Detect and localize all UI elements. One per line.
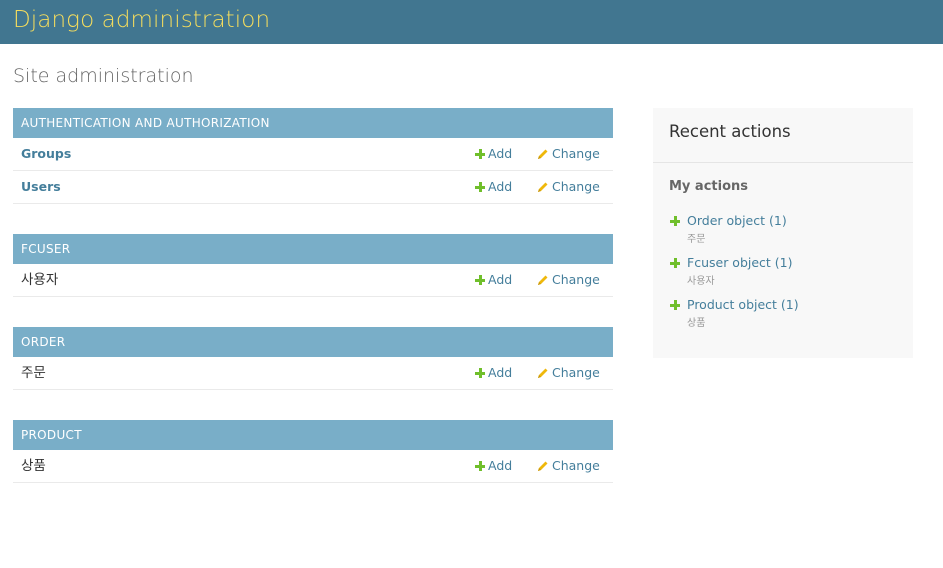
table-row: 상품 Add Change [13, 450, 613, 483]
table-row: Users Add Change [13, 171, 613, 204]
add-label: Add [488, 458, 513, 473]
plus-icon [475, 275, 485, 285]
table-row: 사용자 Add Change [13, 264, 613, 297]
pencil-icon [538, 368, 548, 378]
add-link[interactable]: Add [475, 171, 512, 203]
pencil-icon [538, 149, 548, 159]
content-main: AUTHENTICATION AND AUTHORIZATION Groups … [13, 108, 613, 513]
add-label: Add [488, 146, 513, 161]
site-branding-title[interactable]: Django administration [13, 6, 270, 34]
add-label: Add [488, 179, 513, 194]
plus-icon [670, 258, 680, 268]
recent-action-link[interactable]: Order object (1) [687, 213, 787, 228]
model-link-product[interactable]: 상품 [21, 450, 46, 482]
module-order: ORDER 주문 Add Change [13, 327, 613, 390]
add-link[interactable]: Add [475, 264, 512, 296]
recent-action-type: 주문 [687, 234, 706, 245]
change-label: Change [552, 365, 600, 380]
change-link[interactable]: Change [537, 357, 600, 389]
module-product: PRODUCT 상품 Add Change [13, 420, 613, 483]
recent-actions-panel: Recent actions My actions Order object (… [653, 108, 913, 358]
model-link-order[interactable]: 주문 [21, 357, 46, 389]
recent-action-link[interactable]: Fcuser object (1) [687, 255, 793, 270]
module-caption[interactable]: PRODUCT [13, 420, 613, 450]
change-link[interactable]: Change [537, 171, 600, 203]
add-link[interactable]: Add [475, 450, 512, 482]
page-title: Site administration [13, 65, 194, 87]
plus-icon [670, 300, 680, 310]
module-auth: AUTHENTICATION AND AUTHORIZATION Groups … [13, 108, 613, 204]
header: Django administration [0, 0, 943, 44]
my-actions-heading: My actions [669, 179, 749, 194]
change-label: Change [552, 458, 600, 473]
change-label: Change [552, 272, 600, 287]
plus-icon [475, 461, 485, 471]
table-row: 주문 Add Change [13, 357, 613, 390]
divider [653, 162, 913, 163]
model-link-fcuser[interactable]: 사용자 [21, 264, 58, 296]
change-link[interactable]: Change [537, 450, 600, 482]
recent-actions-title: Recent actions [669, 122, 791, 141]
pencil-icon [538, 275, 548, 285]
pencil-icon [538, 461, 548, 471]
add-label: Add [488, 365, 513, 380]
add-link[interactable]: Add [475, 357, 512, 389]
table-row: Groups Add Change [13, 138, 613, 171]
module-caption[interactable]: AUTHENTICATION AND AUTHORIZATION [13, 108, 613, 138]
recent-action-type: 상품 [687, 318, 706, 329]
plus-icon [475, 368, 485, 378]
plus-icon [670, 216, 680, 226]
recent-action-type: 사용자 [687, 276, 715, 287]
model-link-groups[interactable]: Groups [21, 138, 71, 170]
module-fcuser: FCUSER 사용자 Add Change [13, 234, 613, 297]
plus-icon [475, 149, 485, 159]
recent-action-link[interactable]: Product object (1) [687, 297, 799, 312]
change-link[interactable]: Change [537, 264, 600, 296]
change-label: Change [552, 179, 600, 194]
module-caption[interactable]: FCUSER [13, 234, 613, 264]
add-label: Add [488, 272, 513, 287]
change-label: Change [552, 146, 600, 161]
module-caption[interactable]: ORDER [13, 327, 613, 357]
change-link[interactable]: Change [537, 138, 600, 170]
add-link[interactable]: Add [475, 138, 512, 170]
plus-icon [475, 182, 485, 192]
pencil-icon [538, 182, 548, 192]
model-link-users[interactable]: Users [21, 171, 61, 203]
